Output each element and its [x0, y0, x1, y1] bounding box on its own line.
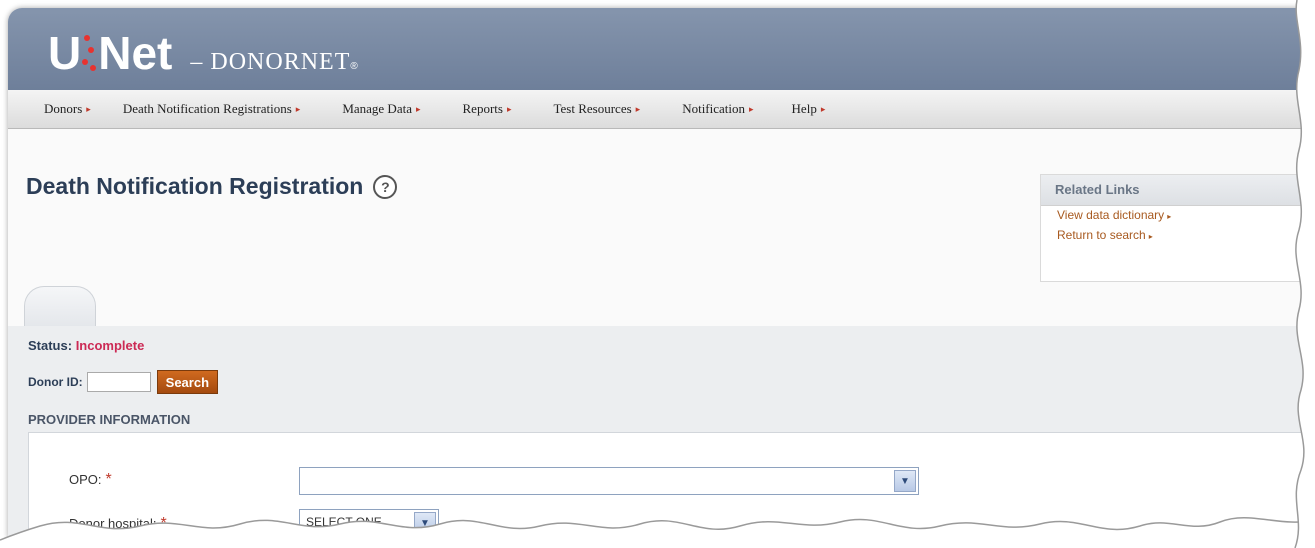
nav-item-label: Notification [682, 101, 746, 116]
view-data-dictionary-link[interactable]: View data dictionary ▸ [1041, 206, 1308, 226]
nav-item-death-notification-registrations[interactable]: Death Notification Registrations ▸ [107, 101, 317, 117]
provider-information-title: PROVIDER INFORMATION [28, 412, 191, 427]
app-header: U Net – DONORNET ® [8, 8, 1308, 90]
related-links-title: Related Links [1041, 175, 1308, 206]
return-to-search-link[interactable]: Return to search ▸ [1041, 226, 1308, 246]
unet-logo: U Net – DONORNET ® [48, 26, 358, 80]
related-links-panel: Related Links View data dictionary ▸ Retu… [1040, 174, 1308, 282]
nav-item-help[interactable]: Help ▸ [770, 101, 842, 117]
nav-item-label: Help [791, 101, 817, 116]
arrow-right-icon: ▸ [506, 103, 512, 114]
arrow-right-icon: ▸ [86, 103, 91, 114]
opo-label-row: OPO: * [69, 471, 112, 489]
nav-item-donors[interactable]: Donors ▸ [8, 101, 107, 117]
status-value: Incomplete [75, 338, 145, 353]
link-label: View data dictionary [1057, 208, 1165, 222]
donor-id-row: Donor ID: Search [28, 370, 219, 394]
arrow-right-icon: ▸ [749, 103, 754, 114]
nav-item-test-resources[interactable]: Test Resources ▸ [528, 101, 657, 117]
main-nav: Donors ▸ Death Notification Registrations… [8, 90, 1308, 129]
link-label: Return to search [1057, 228, 1146, 242]
logo-net: Net [98, 27, 173, 79]
arrow-right-icon: ▸ [415, 103, 421, 114]
chevron-down-icon: ▼ [894, 470, 916, 492]
donor-id-label: Donor ID: [28, 375, 83, 389]
registered-mark: ® [350, 61, 358, 72]
torn-edge-decoration [0, 516, 1315, 548]
page-title: Death Notification Registration [26, 173, 364, 199]
logo-subtitle: – DONORNET [190, 49, 351, 75]
torn-edge-right-decoration [1294, 0, 1315, 548]
status-label: Status: [28, 338, 73, 353]
page-title-row: Death Notification Registration ? [26, 173, 398, 200]
logo-u: U [48, 27, 81, 79]
arrow-right-icon: ▸ [1167, 212, 1172, 221]
app-frame: U Net – DONORNET ® Donors ▸ Death Notific… [8, 8, 1308, 538]
required-marker: * [105, 471, 112, 488]
donor-id-input[interactable] [86, 372, 151, 392]
status-row: Status: Incomplete [28, 338, 144, 353]
arrow-right-icon: ▸ [820, 103, 826, 114]
nav-item-manage-data[interactable]: Manage Data ▸ [316, 101, 436, 117]
arrow-right-icon: ▸ [295, 103, 301, 114]
nav-item-label: Death Notification Registrations [122, 101, 292, 116]
nav-item-label: Test Resources [553, 101, 632, 116]
arrow-right-icon: ▸ [635, 103, 641, 114]
nav-item-label: Donors [44, 101, 83, 116]
opo-select[interactable]: ▼ [299, 467, 919, 495]
arrow-right-icon: ▸ [1148, 232, 1153, 241]
question-circle-icon[interactable]: ? [373, 174, 398, 199]
nav-item-reports[interactable]: Reports ▸ [437, 101, 528, 117]
nav-item-label: Reports [462, 101, 503, 116]
logo-dots-icon [82, 29, 97, 71]
nav-item-label: Manage Data [342, 101, 412, 116]
form-tab[interactable] [24, 286, 96, 329]
opo-label: OPO: [69, 472, 102, 487]
search-button[interactable]: Search [156, 370, 219, 394]
nav-item-notification[interactable]: Notification ▸ [656, 101, 769, 117]
